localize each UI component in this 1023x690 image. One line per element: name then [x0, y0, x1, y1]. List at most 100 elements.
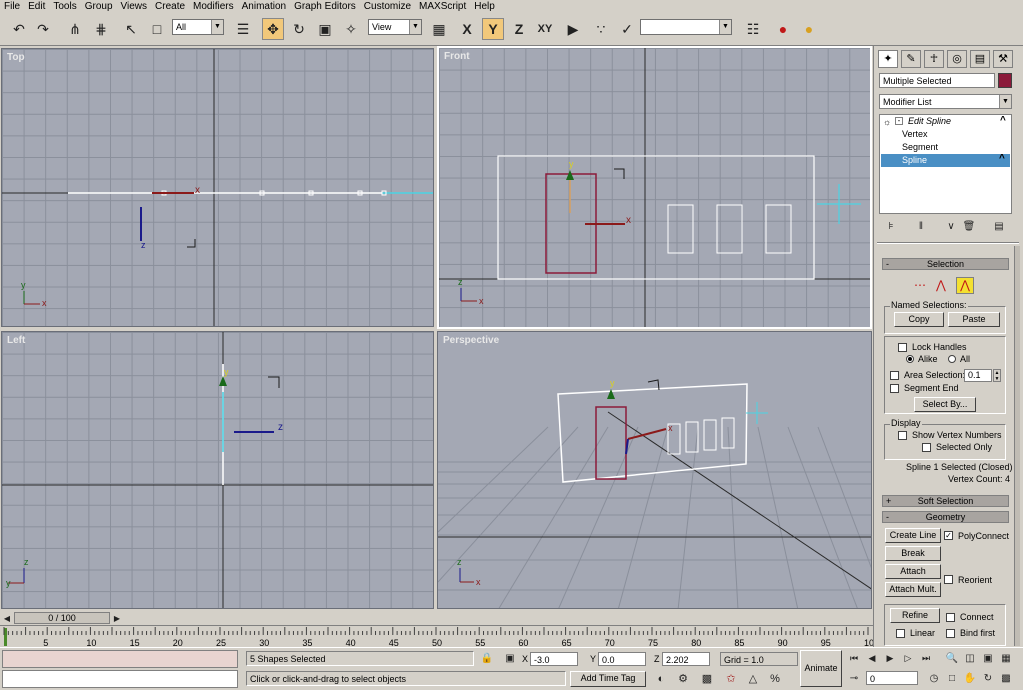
rotate-icon[interactable]: ↻ — [288, 18, 310, 40]
connect-checkbox[interactable] — [946, 613, 955, 622]
area-selection-checkbox[interactable] — [890, 371, 899, 380]
area-selection-field[interactable]: 0.1 — [964, 369, 992, 382]
lightbulb-icon[interactable]: ☼ — [883, 117, 891, 127]
scale-icon[interactable]: ▣ — [314, 18, 336, 40]
snap-2d-icon[interactable]: ✩ — [722, 670, 740, 687]
refine-button[interactable]: Refine — [890, 608, 940, 623]
pan-icon[interactable]: ✋ — [962, 670, 978, 686]
reorient-checkbox[interactable] — [944, 575, 953, 584]
key-mode-icon[interactable]: ⊸ — [846, 670, 862, 686]
zoom-all-icon[interactable]: ◫ — [962, 650, 978, 666]
motion-tab-icon[interactable]: ◎ — [947, 50, 967, 68]
goto-end-icon[interactable]: ⏭ — [918, 650, 934, 666]
select-by-button[interactable]: Select By... — [914, 397, 976, 412]
menu-item-maxscript[interactable]: MAXScript — [415, 0, 470, 14]
viewport-perspective[interactable]: Perspective y x z x — [437, 331, 872, 609]
reference-coord-dropdown[interactable]: View ▼ — [368, 19, 422, 35]
stack-spline-row[interactable]: Spline ^ — [881, 153, 1010, 167]
copy-button[interactable]: Copy — [894, 312, 944, 327]
selected-only-checkbox[interactable] — [922, 443, 931, 452]
selection-lock-icon[interactable]: ◐ — [652, 670, 670, 687]
attach-button[interactable]: Attach — [885, 564, 941, 579]
render-icon[interactable]: ● — [798, 18, 820, 40]
restrict-x-button[interactable]: X — [456, 18, 478, 40]
menu-item-create[interactable]: Create — [151, 0, 189, 14]
stack-edit-spline[interactable]: Edit Spline — [908, 116, 951, 126]
undo-icon[interactable]: ↶ — [8, 18, 30, 40]
configure-sets-icon[interactable]: ▤ — [990, 218, 1008, 234]
link-icon[interactable]: ⋔ — [64, 18, 86, 40]
x-coordinate-field[interactable]: -3.0 — [530, 652, 578, 666]
soft-selection-rollout-header[interactable]: + Soft Selection — [882, 495, 1009, 507]
move-icon[interactable]: ✥ — [262, 18, 284, 40]
unlink-icon[interactable]: ⋕ — [90, 18, 112, 40]
arc-rotate-icon[interactable]: ↻ — [980, 670, 996, 686]
rectangular-selection-icon[interactable]: □ — [146, 18, 168, 40]
spline-mode-icon[interactable]: ⋀ — [956, 277, 974, 294]
segment-mode-icon[interactable]: ⋀ — [936, 278, 946, 292]
geometry-rollout-header[interactable]: - Geometry — [882, 511, 1009, 523]
restrict-y-button[interactable]: Y — [482, 18, 504, 40]
maxscript-listener[interactable] — [2, 650, 238, 668]
bind-first-checkbox[interactable] — [946, 629, 955, 638]
redo-icon[interactable]: ↷ — [32, 18, 54, 40]
create-tab-icon[interactable]: ✦ — [878, 50, 898, 68]
vertex-mode-icon[interactable]: ⋯ — [914, 278, 926, 292]
add-time-tag-button[interactable]: Add Time Tag — [570, 671, 646, 687]
mirror-icon[interactable]: ▶ — [562, 18, 584, 40]
menu-item-modifiers[interactable]: Modifiers — [189, 0, 238, 14]
time-next-icon[interactable]: ▶ — [111, 611, 123, 625]
align-icon[interactable]: ✓ — [616, 18, 638, 40]
restrict-z-button[interactable]: Z — [508, 18, 530, 40]
menu-item-animation[interactable]: Animation — [238, 0, 290, 14]
time-config-icon[interactable]: ◷ — [926, 670, 942, 686]
hierarchy-tab-icon[interactable]: ☥ — [924, 50, 944, 68]
utilities-tab-icon[interactable]: ⚒ — [993, 50, 1013, 68]
pin-stack-icon[interactable]: ⊧ — [882, 218, 900, 234]
percent-snap-icon[interactable]: % — [766, 670, 784, 687]
menu-item-help[interactable]: Help — [470, 0, 499, 14]
goto-start-icon[interactable]: ⏮ — [846, 650, 862, 666]
break-button[interactable]: Break — [885, 546, 941, 561]
all-radio[interactable] — [948, 355, 956, 363]
maxscript-mini-input[interactable] — [2, 670, 238, 688]
degradation-icon[interactable]: ⚙ — [674, 670, 692, 687]
next-frame-icon[interactable]: ▷ — [900, 650, 916, 666]
lock-icon[interactable]: 🔒 — [480, 651, 494, 666]
current-frame-field[interactable]: 0 — [866, 671, 918, 685]
selection-rollout-header[interactable]: - Selection — [882, 258, 1009, 270]
zoom-icon[interactable]: 🔍 — [944, 650, 960, 666]
menu-item-group[interactable]: Group — [81, 0, 117, 14]
select-by-name-icon[interactable]: ☰ — [232, 18, 254, 40]
modify-tab-icon[interactable]: ✎ — [901, 50, 921, 68]
stack-expand-icon[interactable]: ^ — [1000, 115, 1006, 126]
stack-vertex[interactable]: Vertex — [902, 129, 928, 139]
viewport-left[interactable]: Left y z z y — [1, 331, 434, 609]
maximize-viewport-icon[interactable]: ▩ — [998, 670, 1014, 686]
make-unique-icon[interactable]: ∨ — [942, 218, 960, 234]
named-selection-dropdown[interactable]: ▼ — [640, 19, 732, 35]
attach-mult-button[interactable]: Attach Mult. — [885, 582, 941, 597]
panel-scrollbar[interactable] — [1014, 246, 1020, 646]
alike-radio[interactable] — [906, 355, 914, 363]
viewport-top[interactable]: Top x z y x — [1, 48, 434, 327]
stack-segment[interactable]: Segment — [902, 142, 938, 152]
restrict-xy-button[interactable]: XY — [534, 18, 556, 40]
menu-item-tools[interactable]: Tools — [49, 0, 80, 14]
z-coordinate-field[interactable]: 2.202 — [662, 652, 710, 666]
track-bar[interactable]: 5 10 15 20 25 30 35 40 45 50 55 60 65 70 75 80 85 90 95 10 — [0, 625, 874, 648]
zoom-extents-icon[interactable]: ▣ — [980, 650, 996, 666]
array-icon[interactable]: ∵ — [590, 18, 612, 40]
y-coordinate-field[interactable]: 0.0 — [598, 652, 646, 666]
absolute-mode-icon[interactable]: ▣ — [502, 651, 518, 666]
menu-item-views[interactable]: Views — [117, 0, 152, 14]
time-prev-icon[interactable]: ◀ — [1, 611, 13, 625]
collapse-icon[interactable]: - — [895, 117, 903, 125]
play-icon[interactable]: ▶ — [882, 650, 898, 666]
pivot-center-icon[interactable]: ▦ — [428, 18, 450, 40]
linear-checkbox[interactable] — [896, 629, 905, 638]
modifier-list-dropdown[interactable]: Modifier List ▼ — [879, 94, 1012, 109]
object-color-swatch[interactable] — [998, 73, 1012, 88]
animate-button[interactable]: Animate — [800, 650, 842, 687]
polyconnect-checkbox[interactable]: ✓ — [944, 531, 953, 540]
